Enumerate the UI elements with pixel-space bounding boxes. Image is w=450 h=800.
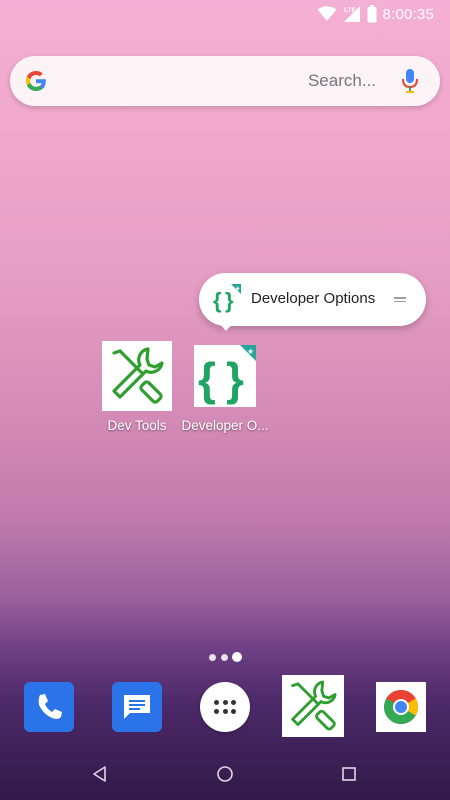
dev-tools-app-icon <box>102 341 172 411</box>
wrench-screwdriver-icon <box>291 680 337 731</box>
svg-text:★: ★ <box>235 286 240 293</box>
desktop-app-developer-options[interactable]: { } ★ Developer O... <box>180 341 270 433</box>
phone-icon <box>38 694 62 719</box>
svg-text:★: ★ <box>247 347 254 356</box>
cellular-signal-icon: LTE <box>343 6 360 22</box>
developer-options-app-icon: { } ★ <box>194 345 256 407</box>
dev-tools-app-icon <box>282 675 344 737</box>
app-drawer-icon <box>200 682 250 732</box>
app-label: Dev Tools <box>107 418 167 433</box>
dock-messages[interactable] <box>112 682 162 732</box>
desktop-app-dev-tools[interactable]: Dev Tools <box>92 341 182 433</box>
messages-app-icon <box>112 682 162 732</box>
dock-dev-tools[interactable] <box>282 675 344 737</box>
page-dot <box>209 654 216 661</box>
battery-icon <box>367 5 377 23</box>
svg-text:{: { <box>198 353 216 405</box>
dock-app-drawer[interactable] <box>200 682 250 732</box>
google-g-logo <box>26 71 46 91</box>
microphone-icon[interactable] <box>400 68 420 94</box>
network-type-label: LTE <box>344 7 356 14</box>
dock-phone[interactable] <box>24 682 74 732</box>
app-label: Developer O... <box>181 418 269 433</box>
chrome-icon <box>384 690 418 724</box>
back-icon[interactable] <box>88 762 112 786</box>
drag-handle-icon[interactable] <box>394 297 406 303</box>
search-placeholder: Search... <box>307 71 376 90</box>
home-icon[interactable] <box>213 762 237 786</box>
popup-pointer <box>218 322 234 331</box>
developer-options-braces-icon: { } ★ <box>213 284 241 313</box>
svg-text:}: } <box>225 288 234 313</box>
developer-options-braces-icon: { } ★ <box>198 345 256 405</box>
status-icons: LTE 8:00:35 <box>317 3 434 25</box>
svg-text:{: { <box>213 288 222 313</box>
navigation-bar <box>0 748 450 800</box>
phone-app-icon <box>24 682 74 732</box>
google-search-bar[interactable]: Search... <box>10 56 440 106</box>
app-shortcut-popup[interactable]: { } ★ Developer Options <box>199 273 426 326</box>
shortcut-label: Developer Options <box>251 290 376 307</box>
dock-chrome[interactable] <box>376 682 426 732</box>
status-bar: LTE 8:00:35 <box>0 0 450 28</box>
page-dot <box>221 654 228 661</box>
page-dot-current <box>232 652 242 662</box>
wifi-icon <box>317 6 337 21</box>
svg-text:}: } <box>226 353 244 405</box>
recents-icon[interactable] <box>337 762 361 786</box>
page-indicator[interactable] <box>207 651 247 663</box>
message-icon <box>124 695 150 719</box>
wrench-screwdriver-icon <box>112 347 164 404</box>
clock: 8:00:35 <box>382 5 434 23</box>
chrome-app-icon <box>376 682 426 732</box>
